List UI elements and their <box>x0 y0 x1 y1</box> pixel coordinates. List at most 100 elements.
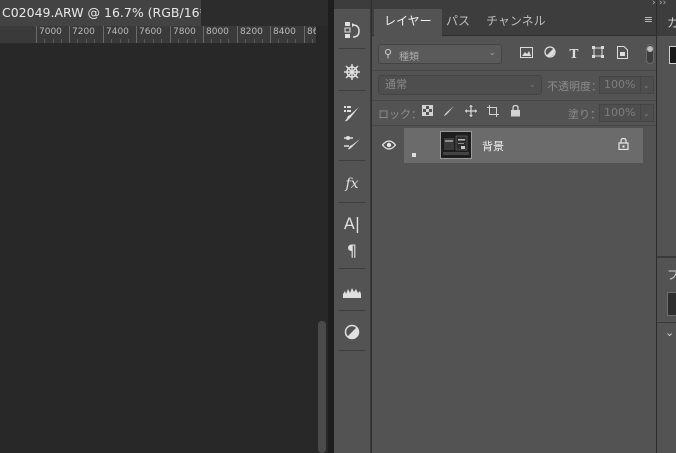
edge-tab-label[interactable]: カ <box>667 14 676 31</box>
ruler-label: 8200 <box>240 27 263 37</box>
ruler-label: 7000 <box>39 27 62 37</box>
paragraph-icon[interactable]: ¶ <box>334 238 370 262</box>
ruler-minor-tick <box>128 39 130 43</box>
ruler-minor-tick <box>228 39 230 43</box>
type-filter-icon[interactable]: T <box>566 46 582 62</box>
chevron-down-icon: ⌄ <box>488 48 496 58</box>
edge-tab-bar: ›› カ <box>657 0 676 36</box>
tab-bar-empty <box>201 0 332 26</box>
fill-field[interactable]: 100% <box>599 104 641 122</box>
tab-paths[interactable]: パス <box>436 9 480 36</box>
horizontal-ruler[interactable]: 800700072007400760078008000820084008600 <box>0 26 316 44</box>
opacity-dropdown[interactable]: ⌄ <box>640 76 654 94</box>
collapsed-panels-strip: fx A| ¶ <box>334 0 371 453</box>
layer-lock-icon <box>618 137 629 153</box>
ruler-minor-tick <box>219 39 221 43</box>
color-swatch[interactable] <box>669 46 676 64</box>
ruler-minor-tick <box>119 39 121 43</box>
ruler-minor-tick <box>144 39 146 43</box>
adjacent-panel-edge: ›› カ プ ⌄ <box>656 0 676 453</box>
ruler-tick <box>136 26 137 43</box>
fill-dropdown[interactable]: ⌄ <box>640 104 654 122</box>
ruler-minor-tick <box>312 39 314 43</box>
chevron-down-icon[interactable]: ⌄ <box>665 326 674 339</box>
opacity-field[interactable]: 100% <box>599 76 641 94</box>
navigator-icon[interactable] <box>334 60 370 84</box>
document-tab[interactable]: C02049.ARW @ 16.7% (RGB/16*) <box>0 0 201 26</box>
ruler-tick <box>237 26 238 43</box>
lock-transparent-icon[interactable] <box>420 105 434 119</box>
lock-artboard-icon[interactable] <box>486 105 500 119</box>
ruler-minor-tick <box>85 39 87 43</box>
search-icon: ⚲ <box>384 47 393 60</box>
ruler-minor-tick <box>186 39 188 43</box>
character-glyph: A| <box>343 213 361 233</box>
smart-object-filter-icon[interactable] <box>614 46 630 62</box>
edge-divider <box>657 322 676 323</box>
visibility-eye-icon[interactable] <box>381 139 397 153</box>
layer-filter-select[interactable]: ⚲ 種類 ⌄ <box>378 44 502 64</box>
ruler-tick <box>304 26 305 43</box>
edge-section-label: プ <box>667 268 676 282</box>
document-canvas[interactable] <box>0 44 314 453</box>
ruler-minor-tick <box>152 39 154 43</box>
ruler-minor-tick <box>195 39 197 43</box>
ruler-minor-tick <box>61 39 63 43</box>
ruler-minor-tick <box>161 39 163 43</box>
scrollbar-thumb[interactable] <box>318 321 326 453</box>
chevron-down-icon: ⌄ <box>643 81 650 90</box>
ruler-minor-tick <box>295 39 297 43</box>
layer-thumbnail <box>440 131 472 159</box>
edge-input[interactable] <box>667 292 676 316</box>
blend-mode-value: 通常 <box>385 78 407 91</box>
ruler-tick <box>203 26 204 43</box>
layer-name: 背景 <box>482 140 504 153</box>
histogram-icon[interactable] <box>334 280 370 304</box>
filter-kind-label: 種類 <box>399 52 419 63</box>
ruler-minor-tick <box>211 39 213 43</box>
blend-mode-select[interactable]: 通常 ⌄ <box>378 75 542 95</box>
ruler-label: 8600 <box>307 27 316 37</box>
adjustment-filter-icon[interactable] <box>542 46 558 62</box>
tab-channels-label: チャンネル <box>486 14 546 28</box>
styles-glyph: fx <box>345 176 359 192</box>
ruler-minor-tick <box>278 39 280 43</box>
document-title: C02049.ARW @ 16.7% (RGB/16*) <box>2 5 201 20</box>
opacity-value: 100% <box>604 78 636 91</box>
ruler-tick <box>36 26 37 43</box>
ruler-minor-tick <box>286 39 288 43</box>
layer-row-background[interactable]: 背景 <box>404 128 643 163</box>
chevron-down-icon: ⌄ <box>528 80 536 90</box>
ruler-minor-tick <box>94 39 96 43</box>
fill-label: 塗り： <box>568 108 601 121</box>
tab-layers-label: レイヤー <box>384 14 432 28</box>
lock-all-icon[interactable] <box>508 104 522 119</box>
ruler-minor-tick <box>52 39 54 43</box>
collapse-icon[interactable]: ›› <box>659 0 666 8</box>
adjustments-icon[interactable] <box>334 320 370 344</box>
filter-toggle[interactable] <box>646 44 654 64</box>
history-icon[interactable] <box>334 18 370 42</box>
tab-paths-label: パス <box>446 14 471 28</box>
ruler-label: 7600 <box>139 27 162 37</box>
layer-thumb-corner <box>412 153 416 157</box>
lock-position-icon[interactable] <box>464 105 478 119</box>
lock-pixels-icon[interactable] <box>442 105 456 119</box>
ruler-minor-tick <box>44 39 46 43</box>
character-icon[interactable]: A| <box>334 211 370 235</box>
layers-panel: ›› レイヤー パス チャンネル ≡ ⚲ 種類 ⌄ T 通常 ⌄ 不透明度： <box>371 0 659 453</box>
ruler-label: 8000 <box>206 27 229 37</box>
brush-settings-icon[interactable] <box>334 130 370 154</box>
styles-icon[interactable]: fx <box>334 172 370 196</box>
tab-channels[interactable]: チャンネル <box>476 9 556 36</box>
shape-filter-icon[interactable] <box>590 46 606 62</box>
ruler-minor-tick <box>178 39 180 43</box>
brushes-icon[interactable] <box>334 102 370 126</box>
tab-layers[interactable]: レイヤー <box>374 9 442 36</box>
ruler-label: 7800 <box>173 27 196 37</box>
ruler-label: 7200 <box>72 27 95 37</box>
lock-label: ロック： <box>378 108 422 121</box>
panel-menu-icon[interactable]: ≡ <box>644 13 653 26</box>
fill-value: 100% <box>604 106 636 119</box>
image-filter-icon[interactable] <box>518 46 534 62</box>
